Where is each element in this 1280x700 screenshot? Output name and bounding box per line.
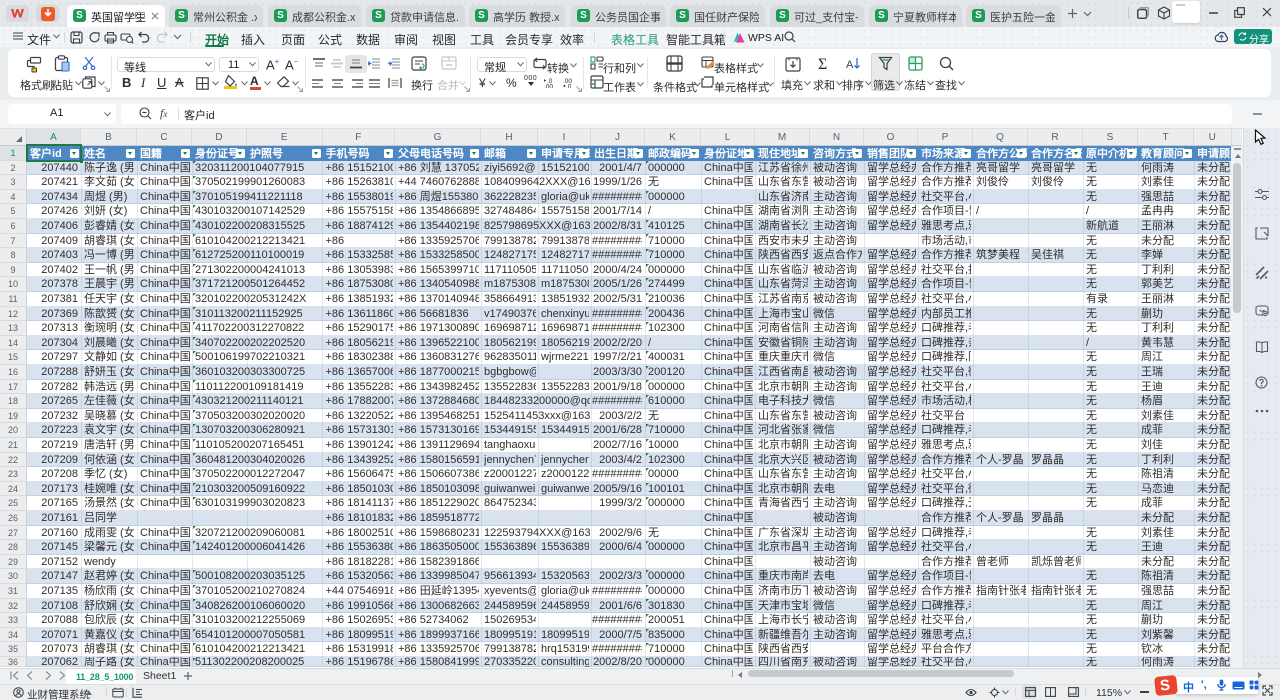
svg-text:A: A xyxy=(846,59,854,71)
svg-text:.00: .00 xyxy=(544,84,553,89)
svg-text:.0: .0 xyxy=(566,84,572,89)
